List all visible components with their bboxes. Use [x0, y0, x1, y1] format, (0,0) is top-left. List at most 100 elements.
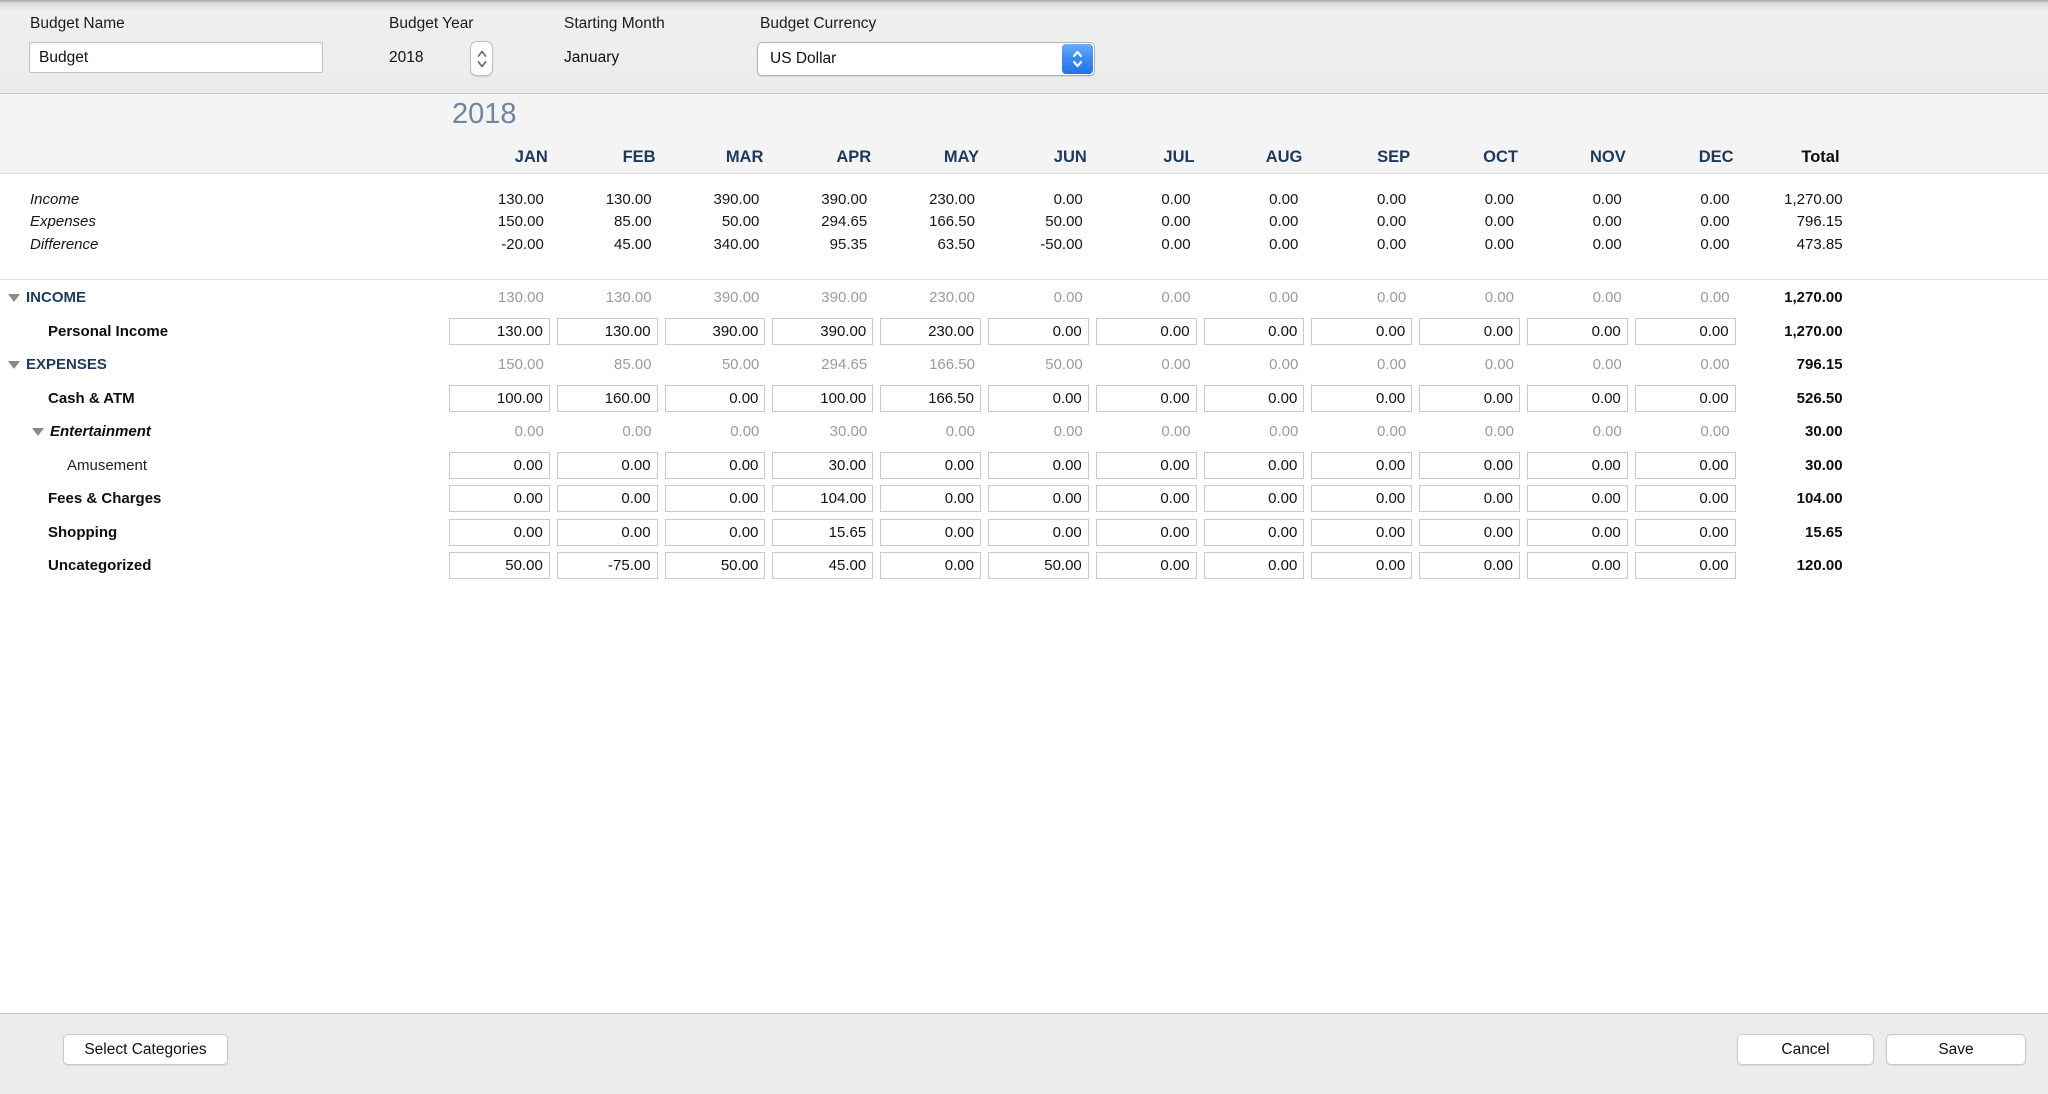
budget-row: Fees & Charges104.00	[0, 482, 1848, 516]
amount-input[interactable]	[1204, 485, 1305, 512]
amount-input[interactable]	[880, 318, 981, 345]
amount-input[interactable]	[1096, 552, 1197, 579]
amount-input[interactable]	[665, 452, 766, 479]
amount-input[interactable]	[1527, 385, 1628, 412]
amount-input[interactable]	[1527, 552, 1628, 579]
amount-input[interactable]	[665, 385, 766, 412]
amount-input[interactable]	[1635, 385, 1736, 412]
amount-input[interactable]	[1096, 452, 1197, 479]
category-label-cell: EXPENSES	[0, 348, 448, 382]
amount-input[interactable]	[1527, 519, 1628, 546]
amount-input[interactable]	[449, 385, 550, 412]
amount-input[interactable]	[1419, 318, 1520, 345]
amount-input[interactable]	[1096, 318, 1197, 345]
amount-input[interactable]	[1311, 519, 1412, 546]
amount-cell	[664, 485, 772, 512]
amount-input[interactable]	[880, 519, 981, 546]
amount-input[interactable]	[772, 552, 873, 579]
amount-input[interactable]	[1311, 452, 1412, 479]
amount-input[interactable]	[1096, 519, 1197, 546]
amount-input[interactable]	[557, 552, 658, 579]
aggregate-month-value: 0.00	[1526, 356, 1634, 373]
amount-input[interactable]	[772, 452, 873, 479]
row-total-value: 1,270.00	[1742, 323, 1848, 340]
amount-input[interactable]	[1311, 552, 1412, 579]
amount-input[interactable]	[988, 519, 1089, 546]
amount-input[interactable]	[1419, 485, 1520, 512]
amount-input[interactable]	[772, 519, 873, 546]
amount-input[interactable]	[449, 318, 550, 345]
budget-year-label: Budget Year	[389, 15, 473, 33]
budget-name-input[interactable]	[29, 42, 323, 73]
amount-input[interactable]	[557, 519, 658, 546]
amount-input[interactable]	[988, 452, 1089, 479]
amount-input[interactable]	[1204, 519, 1305, 546]
amount-input[interactable]	[772, 385, 873, 412]
amount-input[interactable]	[557, 452, 658, 479]
summary-month-value: 294.65	[771, 213, 879, 230]
save-button[interactable]: Save	[1886, 1034, 2026, 1065]
amount-input[interactable]	[1635, 318, 1736, 345]
amount-cell	[1418, 318, 1526, 345]
amount-input[interactable]	[449, 552, 550, 579]
amount-cell	[1526, 485, 1634, 512]
amount-input[interactable]	[1311, 385, 1412, 412]
amount-input[interactable]	[1096, 385, 1197, 412]
amount-input[interactable]	[1419, 552, 1520, 579]
amount-input[interactable]	[772, 485, 873, 512]
summary-month-value: 230.00	[879, 191, 987, 208]
amount-input[interactable]	[1311, 485, 1412, 512]
amount-input[interactable]	[988, 318, 1089, 345]
amount-input[interactable]	[988, 385, 1089, 412]
amount-input[interactable]	[1527, 485, 1628, 512]
amount-input[interactable]	[988, 552, 1089, 579]
aggregate-month-value: 0.00	[1418, 356, 1526, 373]
amount-input[interactable]	[449, 452, 550, 479]
aggregate-month-value: 0.00	[987, 289, 1095, 306]
disclosure-triangle-icon[interactable]	[32, 428, 44, 436]
amount-input[interactable]	[665, 519, 766, 546]
budget-year-stepper[interactable]	[470, 41, 493, 76]
cancel-button[interactable]: Cancel	[1737, 1034, 1874, 1065]
amount-input[interactable]	[1635, 552, 1736, 579]
amount-input[interactable]	[1204, 385, 1305, 412]
amount-input[interactable]	[880, 485, 981, 512]
amount-input[interactable]	[1419, 385, 1520, 412]
amount-input[interactable]	[1527, 452, 1628, 479]
amount-input[interactable]	[1635, 519, 1736, 546]
amount-input[interactable]	[1204, 452, 1305, 479]
amount-input[interactable]	[772, 318, 873, 345]
amount-input[interactable]	[665, 318, 766, 345]
amount-input[interactable]	[1204, 552, 1305, 579]
amount-input[interactable]	[557, 318, 658, 345]
amount-input[interactable]	[1635, 452, 1736, 479]
month-header: NOV	[1526, 148, 1634, 166]
select-categories-button[interactable]: Select Categories	[63, 1034, 228, 1065]
budget-currency-dropdown[interactable]: US Dollar	[757, 42, 1095, 76]
row-total-value: 1,270.00	[1742, 289, 1848, 306]
amount-input[interactable]	[557, 485, 658, 512]
starting-month-value[interactable]: January	[564, 49, 619, 67]
amount-input[interactable]	[880, 385, 981, 412]
aggregate-month-value: 0.00	[664, 423, 772, 440]
disclosure-triangle-icon[interactable]	[8, 294, 20, 302]
amount-input[interactable]	[449, 485, 550, 512]
amount-input[interactable]	[1311, 318, 1412, 345]
amount-input[interactable]	[880, 452, 981, 479]
budget-row: EXPENSES150.0085.0050.00294.65166.5050.0…	[0, 348, 1848, 382]
amount-input[interactable]	[1635, 485, 1736, 512]
amount-input[interactable]	[1419, 519, 1520, 546]
amount-input[interactable]	[1096, 485, 1197, 512]
amount-input[interactable]	[1419, 452, 1520, 479]
disclosure-triangle-icon[interactable]	[8, 361, 20, 369]
amount-input[interactable]	[557, 385, 658, 412]
amount-input[interactable]	[1527, 318, 1628, 345]
amount-input[interactable]	[665, 552, 766, 579]
amount-input[interactable]	[880, 552, 981, 579]
amount-input[interactable]	[1204, 318, 1305, 345]
amount-cell	[1203, 318, 1311, 345]
amount-input[interactable]	[665, 485, 766, 512]
row-total-value: 120.00	[1742, 557, 1848, 574]
amount-input[interactable]	[988, 485, 1089, 512]
amount-input[interactable]	[449, 519, 550, 546]
